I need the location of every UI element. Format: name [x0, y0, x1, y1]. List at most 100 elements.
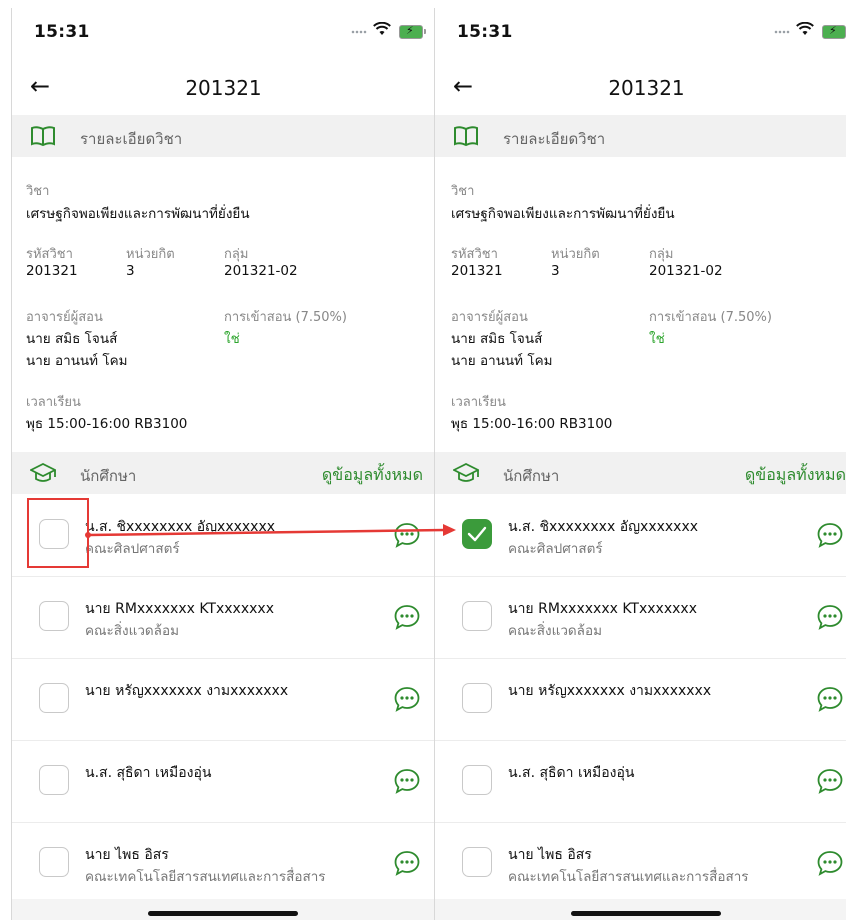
group-value: 201321-02 — [649, 263, 723, 279]
select-checkbox[interactable] — [39, 601, 69, 631]
instructor-label: อาจารย์ผู้สอน — [26, 310, 103, 325]
time-label: เวลาเรียน — [451, 395, 506, 410]
student-row: นาย หรัญxxxxxxx งามxxxxxxx — [435, 659, 846, 741]
course-section-label: รายละเอียดวิชา — [503, 130, 606, 148]
select-checkbox[interactable] — [39, 765, 69, 795]
student-name: นาย ไพธ อิสร — [508, 847, 592, 863]
chat-bubble-icon[interactable] — [816, 603, 844, 631]
graduation-cap-icon — [453, 462, 479, 482]
chat-bubble-icon[interactable] — [816, 521, 844, 549]
status-time: 15:31 — [457, 22, 513, 42]
student-row: น.ส. สุธิดา เหมืองอุ่น — [435, 741, 846, 823]
student-name: นาย RMxxxxxxx KTxxxxxxx — [85, 601, 274, 617]
page-title: 201321 — [608, 76, 685, 100]
credit-value: 3 — [126, 263, 135, 279]
course-section-header: รายละเอียดวิชา — [12, 115, 435, 157]
chat-bubble-icon[interactable] — [393, 849, 421, 877]
student-row: น.ส. ชิxxxxxxxx อัญxxxxxxx คณะศิลปศาสตร์ — [435, 495, 846, 577]
status-bar: 15:31 ⚡ — [435, 8, 846, 58]
student-name: นาย ไพธ อิสร — [85, 847, 169, 863]
course-section-label: รายละเอียดวิชา — [80, 130, 183, 148]
course-section-header: รายละเอียดวิชา — [435, 115, 846, 157]
student-name: น.ส. สุธิดา เหมืองอุ่น — [85, 765, 212, 781]
attendance-label: การเข้าสอน (7.50%) — [649, 310, 772, 325]
subject-value: เศรษฐกิจพอเพียงและการพัฒนาที่ยั่งยืน — [451, 206, 675, 222]
select-checkbox[interactable] — [462, 765, 492, 795]
graduation-cap-icon — [30, 462, 56, 482]
page-title: 201321 — [185, 76, 262, 100]
wifi-icon — [796, 22, 814, 35]
chat-bubble-icon[interactable] — [816, 849, 844, 877]
student-faculty: คณะเทคโนโลยีสารสนเทศและการสื่อสาร — [508, 869, 749, 885]
group-label: กลุ่ม — [649, 247, 674, 262]
select-checkbox[interactable] — [39, 847, 69, 877]
time-value: พุธ 15:00-16:00 RB3100 — [26, 416, 188, 432]
book-icon — [31, 126, 55, 147]
student-faculty: คณะศิลปศาสตร์ — [508, 541, 603, 557]
student-name: น.ส. ชิxxxxxxxx อัญxxxxxxx — [85, 519, 276, 535]
code-value: 201321 — [451, 263, 503, 279]
student-row: นาย หรัญxxxxxxx งามxxxxxxx — [12, 659, 435, 741]
students-section-header: นักศึกษา ดูข้อมูลทั้งหมด — [12, 452, 435, 494]
attendance-label: การเข้าสอน (7.50%) — [224, 310, 347, 325]
credit-value: 3 — [551, 263, 560, 279]
select-checkbox[interactable] — [462, 683, 492, 713]
instructor-name: นาย อานนท์ โคม — [451, 353, 553, 369]
wifi-icon — [373, 22, 391, 35]
home-indicator[interactable] — [571, 911, 721, 916]
student-faculty: คณะสิ่งแวดล้อม — [508, 623, 602, 639]
chat-bubble-icon[interactable] — [393, 685, 421, 713]
chat-bubble-icon[interactable] — [393, 521, 421, 549]
code-value: 201321 — [26, 263, 78, 279]
attendance-value: ใช่ — [224, 331, 240, 347]
students-section-label: นักศึกษา — [503, 467, 560, 485]
chat-bubble-icon[interactable] — [393, 767, 421, 795]
student-faculty: คณะเทคโนโลยีสารสนเทศและการสื่อสาร — [85, 869, 326, 885]
home-indicator[interactable] — [148, 911, 298, 916]
group-label: กลุ่ม — [224, 247, 249, 262]
status-time: 15:31 — [34, 22, 90, 42]
students-section-label: นักศึกษา — [80, 467, 137, 485]
student-faculty: คณะสิ่งแวดล้อม — [85, 623, 179, 639]
chat-bubble-icon[interactable] — [393, 603, 421, 631]
select-checkbox[interactable] — [462, 601, 492, 631]
home-bar — [12, 899, 435, 920]
student-row: นาย ไพธ อิสร คณะเทคโนโลยีสารสนเทศและการส… — [12, 823, 435, 905]
select-checkbox[interactable] — [39, 683, 69, 713]
instructor-name: นาย สมิธ โจนส์ — [26, 331, 118, 347]
select-checkbox-checked[interactable] — [462, 519, 492, 549]
app-header: ← 201321 — [435, 64, 846, 114]
student-name: นาย หรัญxxxxxxx งามxxxxxxx — [85, 683, 289, 699]
chat-bubble-icon[interactable] — [816, 767, 844, 795]
student-name: นาย RMxxxxxxx KTxxxxxxx — [508, 601, 697, 617]
student-row: นาย ไพธ อิสร คณะเทคโนโลยีสารสนเทศและการส… — [435, 823, 846, 905]
student-row: นาย RMxxxxxxx KTxxxxxxx คณะสิ่งแวดล้อม — [12, 577, 435, 659]
view-all-link[interactable]: ดูข้อมูลทั้งหมด — [745, 463, 846, 488]
app-header: ← 201321 — [12, 64, 435, 114]
code-label: รหัสวิชา — [451, 247, 498, 262]
checkmark-icon — [467, 526, 487, 542]
signal-icon — [351, 30, 367, 34]
book-icon — [454, 126, 478, 147]
student-row: น.ส. สุธิดา เหมืองอุ่น — [12, 741, 435, 823]
status-bar: 15:31 ⚡ — [12, 8, 435, 58]
subject-value: เศรษฐกิจพอเพียงและการพัฒนาที่ยั่งยืน — [26, 206, 250, 222]
chat-bubble-icon[interactable] — [816, 685, 844, 713]
select-checkbox[interactable] — [462, 847, 492, 877]
students-section-header: นักศึกษา ดูข้อมูลทั้งหมด — [435, 452, 846, 494]
group-value: 201321-02 — [224, 263, 298, 279]
instructor-label: อาจารย์ผู้สอน — [451, 310, 528, 325]
subject-label: วิชา — [451, 184, 475, 199]
time-label: เวลาเรียน — [26, 395, 81, 410]
attendance-value: ใช่ — [649, 331, 665, 347]
subject-label: วิชา — [26, 184, 50, 199]
phone-screen-before: 15:31 ⚡ ← 201321 รายละเอียดวิชา วิชา เศร… — [11, 8, 435, 920]
student-name: น.ส. สุธิดา เหมืองอุ่น — [508, 765, 635, 781]
battery-icon: ⚡ — [822, 24, 846, 39]
code-label: รหัสวิชา — [26, 247, 73, 262]
view-all-link[interactable]: ดูข้อมูลทั้งหมด — [322, 463, 423, 488]
student-name: น.ส. ชิxxxxxxxx อัญxxxxxxx — [508, 519, 699, 535]
credit-label: หน่วยกิต — [126, 247, 175, 262]
home-bar — [435, 899, 846, 920]
time-value: พุธ 15:00-16:00 RB3100 — [451, 416, 613, 432]
